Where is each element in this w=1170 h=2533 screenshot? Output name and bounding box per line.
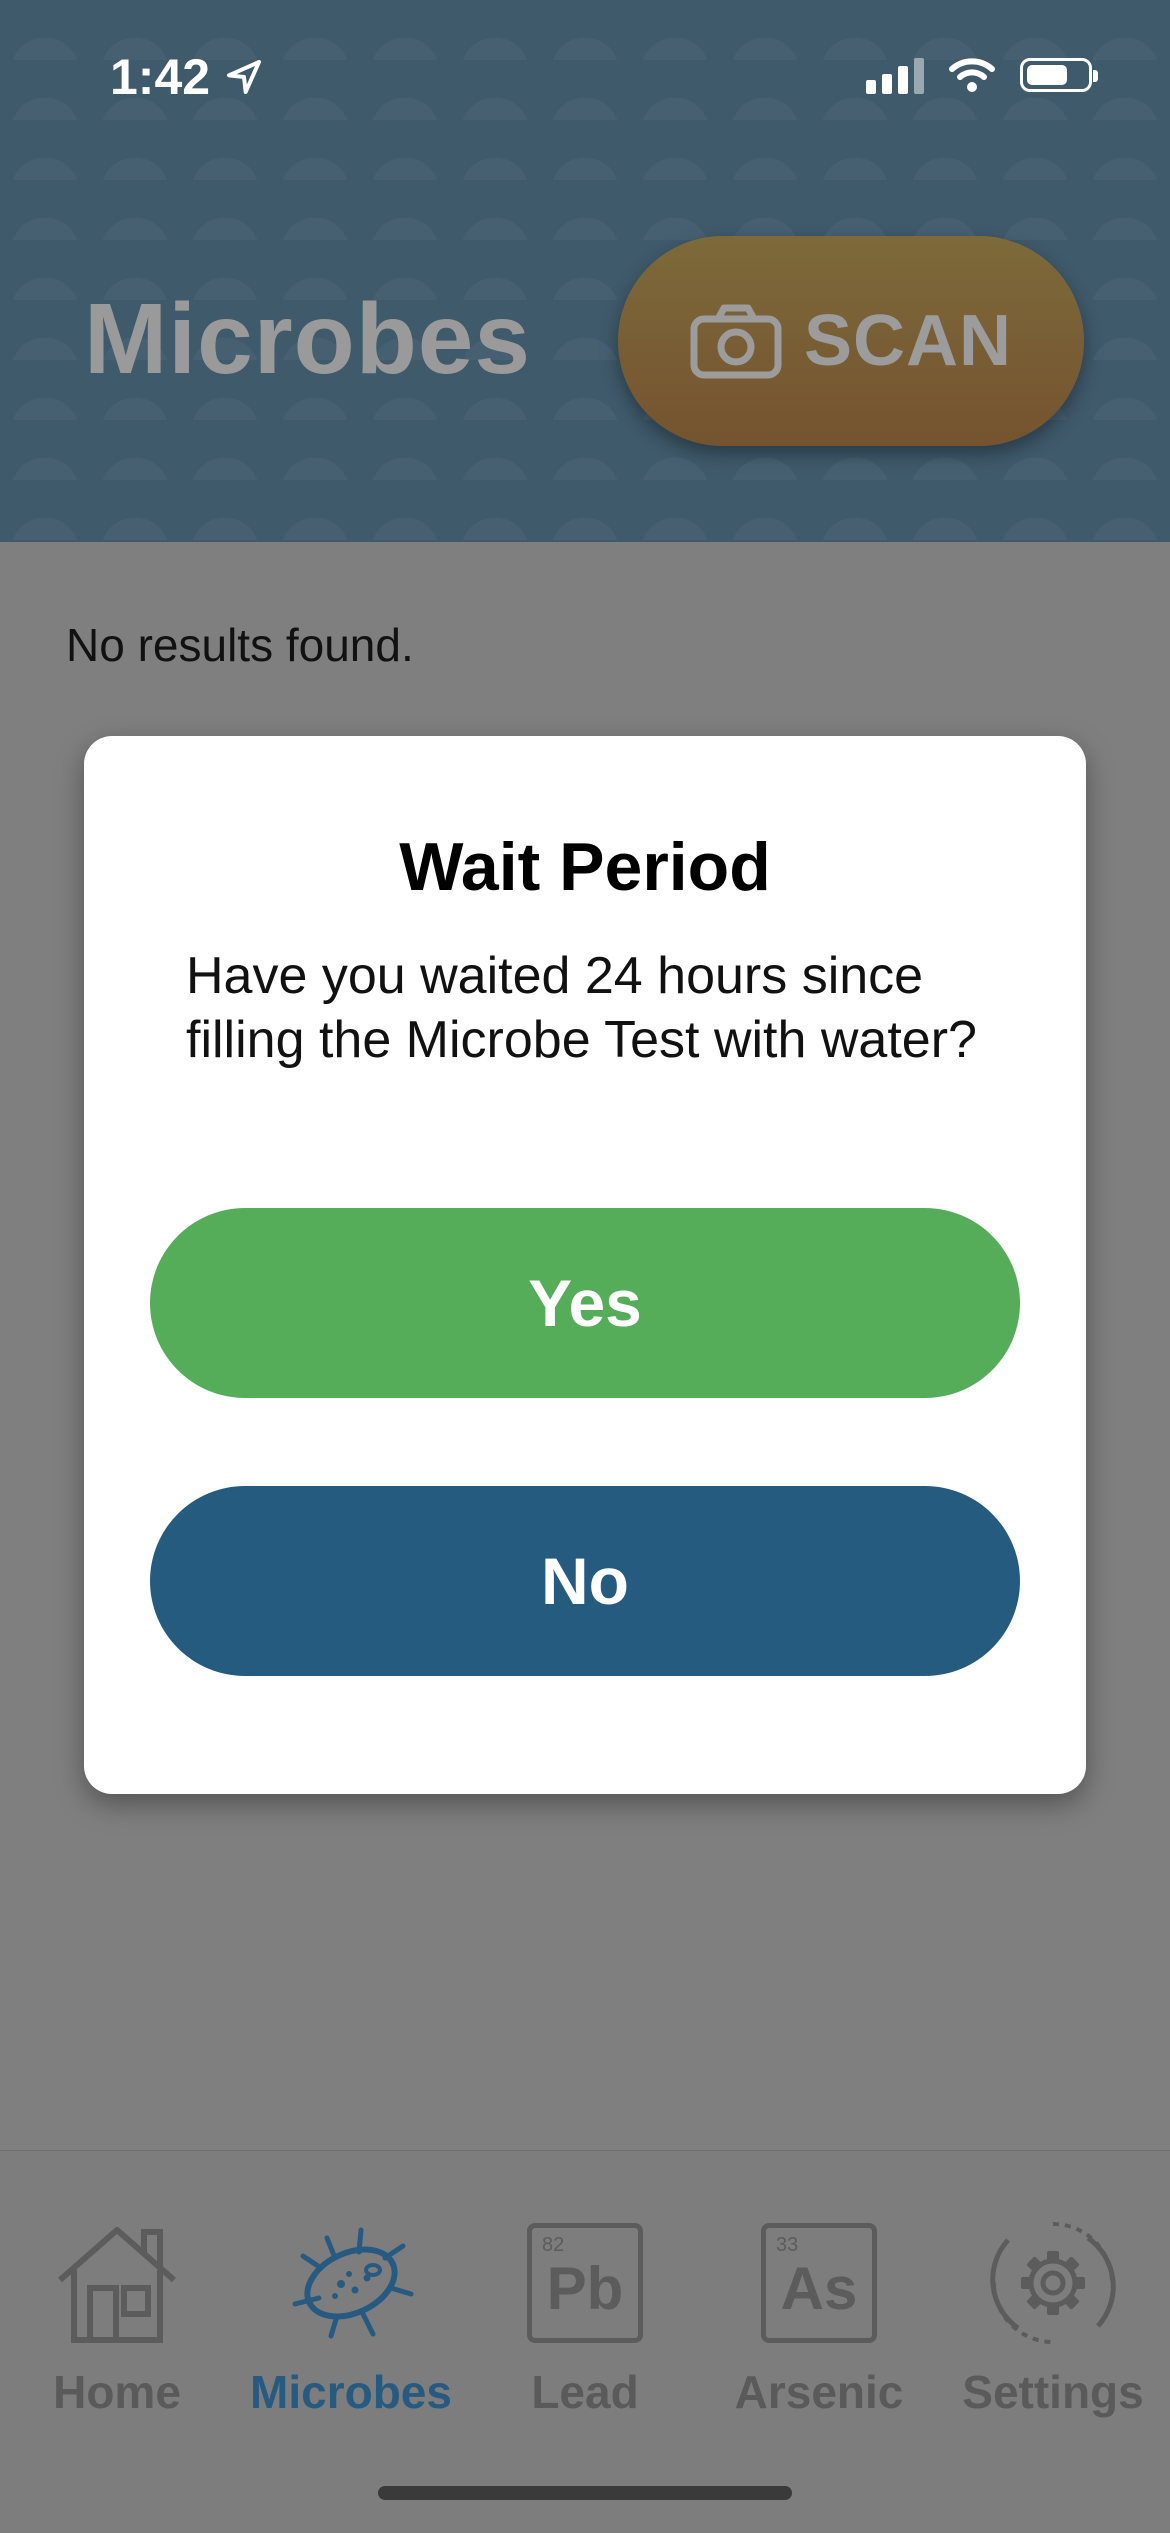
page-title: Microbes — [84, 283, 532, 395]
status-time: 1:42 — [110, 48, 264, 106]
tab-home-label: Home — [53, 2366, 181, 2418]
tab-arsenic[interactable]: 33 As Arsenic — [702, 2203, 936, 2453]
status-icons — [866, 56, 1098, 94]
tab-arsenic-label: Arsenic — [734, 2366, 904, 2418]
wait-period-dialog: Wait Period Have you waited 24 hours sin… — [84, 736, 1086, 1794]
gear-icon — [990, 2222, 1116, 2344]
scan-button-label: SCAN — [803, 301, 1012, 381]
location-arrow-icon — [227, 60, 262, 94]
tab-home[interactable]: Home — [0, 2203, 234, 2453]
empty-message: No results found. — [66, 619, 414, 671]
no-button[interactable]: No — [150, 1486, 1020, 1676]
microbe-icon — [292, 2227, 414, 2339]
home-indicator[interactable] — [378, 2486, 792, 2500]
cellular-signal-icon — [866, 56, 924, 94]
tab-settings-label: Settings — [962, 2366, 1144, 2418]
wifi-icon — [949, 58, 995, 92]
yes-button[interactable]: Yes — [150, 1208, 1020, 1398]
tab-lead-label: Lead — [531, 2366, 639, 2418]
scan-button[interactable]: SCAN — [618, 236, 1084, 446]
tab-microbes[interactable]: Microbes — [234, 2203, 468, 2453]
arsenic-atomic-number: 33 — [776, 2234, 799, 2256]
camera-icon — [690, 304, 782, 379]
lead-element-icon: 82 Pb — [527, 2223, 643, 2343]
lead-atomic-number: 82 — [542, 2234, 565, 2256]
tab-settings[interactable]: Settings — [936, 2203, 1170, 2453]
lead-symbol: Pb — [546, 2254, 624, 2322]
arsenic-element-icon: 33 As — [761, 2223, 877, 2343]
tab-bar: Home Microbes 82 Pb Lead 33 As Arsenic S… — [0, 2150, 1170, 2533]
tab-microbes-label: Microbes — [250, 2366, 452, 2418]
house-icon — [58, 2227, 176, 2343]
battery-icon — [1020, 58, 1098, 92]
arsenic-symbol: As — [780, 2254, 858, 2322]
dialog-message: Have you waited 24 hours since filling t… — [186, 947, 977, 1069]
dialog-title: Wait Period — [399, 829, 771, 905]
status-time-text: 1:42 — [110, 49, 211, 105]
tab-lead[interactable]: 82 Pb Lead — [468, 2203, 702, 2453]
header: 1:42 Microbes SCAN — [0, 0, 1170, 542]
